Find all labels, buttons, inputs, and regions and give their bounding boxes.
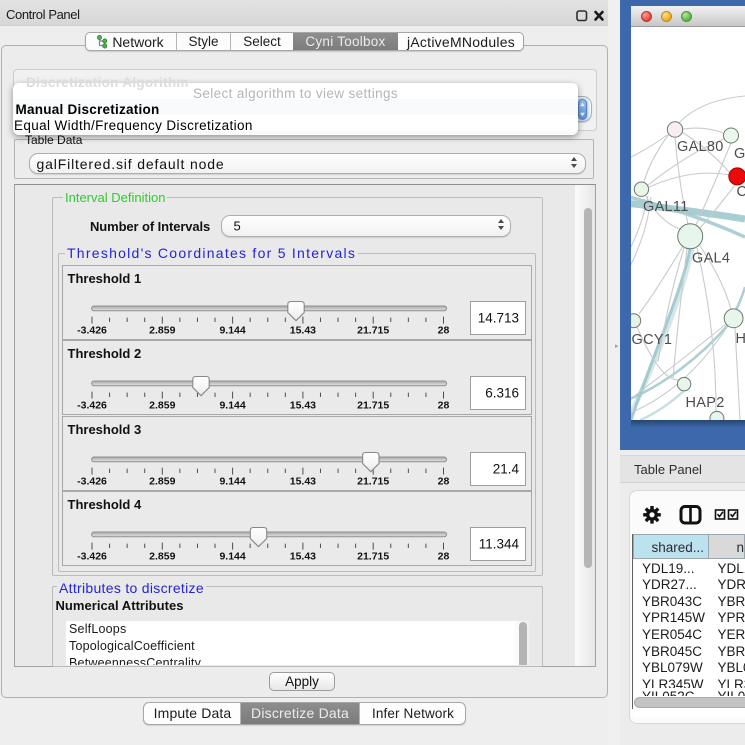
svg-text:2.859: 2.859	[149, 400, 175, 412]
svg-text:HAP2: HAP2	[686, 395, 725, 411]
svg-text:15.43: 15.43	[290, 551, 316, 563]
svg-text:15.43: 15.43	[290, 325, 316, 337]
svg-text:28: 28	[438, 476, 450, 488]
svg-text:28: 28	[438, 325, 450, 337]
svg-text:15.43: 15.43	[290, 476, 316, 488]
svg-text:21.715: 21.715	[357, 476, 389, 488]
svg-text:28: 28	[438, 400, 450, 412]
svg-text:-3.426: -3.426	[77, 551, 107, 563]
svg-text:21.715: 21.715	[357, 400, 389, 412]
svg-text:9.144: 9.144	[219, 476, 245, 488]
svg-text:2.859: 2.859	[149, 325, 175, 337]
svg-text:21.715: 21.715	[357, 551, 389, 563]
svg-text:15.43: 15.43	[290, 400, 316, 412]
svg-text:GAL4: GAL4	[692, 251, 730, 267]
svg-text:9.144: 9.144	[219, 325, 245, 337]
svg-text:GCY1: GCY1	[632, 332, 673, 348]
svg-text:9.144: 9.144	[219, 400, 245, 412]
svg-text:GAL11: GAL11	[643, 199, 689, 215]
svg-text:GA: GA	[734, 146, 745, 162]
svg-text:9.144: 9.144	[219, 551, 245, 563]
svg-text:-3.426: -3.426	[77, 400, 107, 412]
svg-text:2.859: 2.859	[149, 551, 175, 563]
svg-text:C: C	[737, 184, 745, 200]
svg-text:2.859: 2.859	[149, 476, 175, 488]
svg-text:-3.426: -3.426	[77, 476, 107, 488]
svg-text:H: H	[736, 331, 745, 347]
svg-text:GAL80: GAL80	[677, 139, 724, 155]
svg-text:21.715: 21.715	[357, 325, 389, 337]
svg-text:28: 28	[438, 551, 450, 563]
svg-text:-3.426: -3.426	[77, 325, 107, 337]
